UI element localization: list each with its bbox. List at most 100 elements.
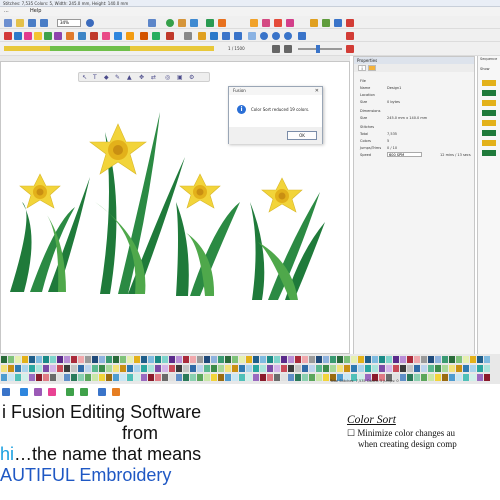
lock-icon[interactable] xyxy=(166,32,174,40)
shape-tool-icon[interactable] xyxy=(14,32,22,40)
thread-swatch[interactable] xyxy=(141,374,147,381)
thread-swatch[interactable] xyxy=(50,365,56,372)
thread-swatch[interactable] xyxy=(43,374,49,381)
leaf-icon[interactable] xyxy=(322,19,330,27)
thread-swatch[interactable] xyxy=(316,365,322,372)
thread-swatch[interactable] xyxy=(379,356,385,363)
thread-swatch[interactable] xyxy=(365,356,371,363)
thread-swatch[interactable] xyxy=(393,356,399,363)
thread-swatch[interactable] xyxy=(204,374,210,381)
thread-swatch[interactable] xyxy=(428,356,434,363)
thread-swatch[interactable] xyxy=(50,356,56,363)
text-tool-icon[interactable] xyxy=(4,32,12,40)
thread-swatch[interactable] xyxy=(330,365,336,372)
thread-swatch[interactable] xyxy=(484,365,490,372)
thread-swatch[interactable] xyxy=(267,374,273,381)
share-icon[interactable] xyxy=(148,19,156,27)
thread-swatch[interactable] xyxy=(442,356,448,363)
thread-swatch[interactable] xyxy=(232,365,238,372)
thread-swatch[interactable] xyxy=(155,365,161,372)
star-purple-icon[interactable] xyxy=(34,388,42,396)
thread-swatch[interactable] xyxy=(57,365,63,372)
thread-swatch[interactable] xyxy=(239,374,245,381)
thread-swatch[interactable] xyxy=(120,374,126,381)
thread-swatch[interactable] xyxy=(36,365,42,372)
thread-swatch[interactable] xyxy=(197,356,203,363)
thread-swatch[interactable] xyxy=(365,365,371,372)
thread-swatch[interactable] xyxy=(15,356,21,363)
thread-swatch[interactable] xyxy=(232,356,238,363)
thread-swatch[interactable] xyxy=(309,356,315,363)
thread-swatch[interactable] xyxy=(155,374,161,381)
thread-swatch[interactable] xyxy=(64,356,70,363)
thread-swatch[interactable] xyxy=(309,365,315,372)
thread-swatch[interactable] xyxy=(484,356,490,363)
thread-swatch[interactable] xyxy=(414,356,420,363)
border-tool-icon[interactable] xyxy=(54,32,62,40)
speed-select[interactable]: 600 SPM xyxy=(387,152,422,157)
thread-swatch[interactable] xyxy=(92,374,98,381)
thread-swatch[interactable] xyxy=(477,365,483,372)
thread-swatch[interactable] xyxy=(267,356,273,363)
thread-swatch[interactable] xyxy=(421,356,427,363)
thread-swatch[interactable] xyxy=(260,356,266,363)
hoop-icon[interactable] xyxy=(334,19,342,27)
next-icon[interactable] xyxy=(284,45,292,53)
thread-swatch[interactable] xyxy=(337,356,343,363)
thread-swatch[interactable] xyxy=(295,365,301,372)
wand-icon[interactable] xyxy=(178,19,186,27)
thread-swatch[interactable] xyxy=(22,356,28,363)
lock-tool-icon[interactable] xyxy=(126,32,134,40)
globe-icon[interactable] xyxy=(166,19,174,27)
thread-swatch[interactable] xyxy=(204,365,210,372)
thread-swatch[interactable] xyxy=(302,356,308,363)
thread-swatch[interactable] xyxy=(323,356,329,363)
circle-icon[interactable] xyxy=(260,32,268,40)
speed-slider[interactable] xyxy=(298,48,342,50)
thread-swatch[interactable] xyxy=(316,356,322,363)
thread-swatch[interactable] xyxy=(64,365,70,372)
thread-swatch[interactable] xyxy=(393,365,399,372)
swap-icon[interactable] xyxy=(298,32,306,40)
move-icon[interactable]: ✥ xyxy=(139,74,144,81)
thread-swatch[interactable] xyxy=(50,374,56,381)
thread-swatch[interactable] xyxy=(85,356,91,363)
thread-swatch[interactable] xyxy=(204,356,210,363)
thread-swatch[interactable] xyxy=(106,365,112,372)
thread-swatch[interactable] xyxy=(449,356,455,363)
thread-swatch[interactable] xyxy=(302,365,308,372)
thread-swatch[interactable] xyxy=(211,365,217,372)
thread-swatch[interactable] xyxy=(463,365,469,372)
thread-swatch[interactable] xyxy=(85,374,91,381)
thread-swatch[interactable] xyxy=(344,365,350,372)
stop-icon[interactable] xyxy=(346,19,354,27)
thread-swatch[interactable] xyxy=(190,356,196,363)
move-tool-icon[interactable] xyxy=(152,32,160,40)
speed-slider-thumb[interactable] xyxy=(316,45,320,53)
applique-tool-icon[interactable] xyxy=(66,32,74,40)
thread-swatch[interactable] xyxy=(176,374,182,381)
applique-icon[interactable] xyxy=(286,19,294,27)
color-icon[interactable] xyxy=(206,19,214,27)
thread-swatch[interactable] xyxy=(274,356,280,363)
fill-icon-2[interactable]: ▲ xyxy=(127,74,132,81)
thread-swatch[interactable] xyxy=(134,356,140,363)
arrows-icon[interactable]: ⇄ xyxy=(151,74,156,81)
thread-swatch[interactable] xyxy=(85,365,91,372)
ok-button[interactable]: OK xyxy=(287,131,317,140)
thread-swatch[interactable] xyxy=(8,374,14,381)
sparkle-icon[interactable] xyxy=(198,32,206,40)
thread-swatch[interactable] xyxy=(225,356,231,363)
settings-icon[interactable]: ⚙ xyxy=(189,74,194,81)
pencil-icon[interactable] xyxy=(190,19,198,27)
thread-swatch[interactable] xyxy=(358,356,364,363)
thread-swatch[interactable] xyxy=(148,365,154,372)
leaf-green-icon[interactable] xyxy=(66,388,74,396)
copy-tool-icon[interactable] xyxy=(114,32,122,40)
stop-record-icon[interactable] xyxy=(346,45,354,53)
thread-swatch[interactable] xyxy=(211,356,217,363)
thread-swatch[interactable] xyxy=(36,356,42,363)
layer-icon[interactable]: ▣ xyxy=(177,74,183,81)
close-icon[interactable]: ✕ xyxy=(315,87,319,95)
thread-swatch[interactable] xyxy=(323,365,329,372)
